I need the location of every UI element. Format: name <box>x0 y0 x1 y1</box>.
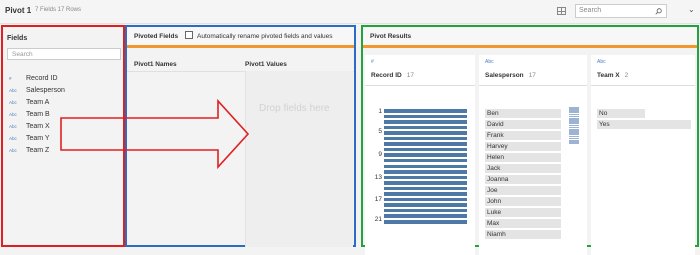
mini-distribution-bar <box>569 142 579 144</box>
value-item[interactable]: Joe <box>485 186 561 195</box>
value-item[interactable]: Harvey <box>485 142 561 151</box>
step-meta: 7 Fields 17 Rows <box>35 7 82 13</box>
string-type-icon: Abc <box>9 136 17 141</box>
search-icon <box>655 8 662 15</box>
number-type-icon: # <box>9 76 12 81</box>
histogram-bar <box>384 164 467 168</box>
drop-zone-text: Drop fields here <box>259 103 330 114</box>
string-type-icon: Abc <box>9 112 17 117</box>
pivoted-fields-title: Pivoted Fields <box>134 33 179 40</box>
card-title: Team X 2 <box>597 72 628 79</box>
field-label: Team Z <box>26 147 50 154</box>
pivot-results-header: Pivot Results <box>363 27 697 48</box>
field-label: Team X <box>26 123 50 130</box>
histogram-bar <box>384 214 467 218</box>
card-title: Salesperson 17 <box>485 72 536 79</box>
pivot-names-column-header: Pivot1 Names <box>134 61 177 68</box>
histogram-bar <box>384 120 467 124</box>
value-item[interactable]: No <box>597 109 645 118</box>
pivot-results-title: Pivot Results <box>370 33 412 40</box>
value-item[interactable]: David <box>485 120 561 129</box>
card-count: 17 <box>406 72 414 79</box>
profile-card-salesperson[interactable]: Abc Salesperson 17 Ben David Frank Harvey… <box>479 55 587 255</box>
fields-header: Fields <box>7 35 28 42</box>
value-item[interactable]: Joanna <box>485 175 561 184</box>
string-type-icon: Abc <box>9 100 17 105</box>
card-count: 2 <box>624 72 629 79</box>
histogram-bar <box>384 142 467 146</box>
field-label: Team A <box>26 99 50 106</box>
fields-search-placeholder: Search <box>12 51 33 58</box>
histogram-axis-label: 5 <box>378 128 382 135</box>
value-item[interactable]: Frank <box>485 131 561 140</box>
field-label: Salesperson <box>26 87 65 94</box>
histogram-axis-label: 9 <box>378 151 382 158</box>
histogram-bar <box>384 220 467 224</box>
field-label: Team B <box>26 111 50 118</box>
number-type-icon: # <box>371 59 374 65</box>
rename-checkbox-label: Automatically rename pivoted fields and … <box>197 33 333 40</box>
value-item[interactable]: Ben <box>485 109 561 118</box>
profile-card-team-x[interactable]: Abc Team X 2 No Yes <box>591 55 695 255</box>
search-input[interactable]: Search <box>575 4 667 18</box>
divider <box>365 85 475 86</box>
histogram-bar <box>384 153 467 157</box>
value-item[interactable]: Max <box>485 219 561 228</box>
histogram-bar <box>384 170 467 174</box>
card-title: Record ID 17 <box>371 72 414 79</box>
string-type-icon: Abc <box>597 59 606 65</box>
value-item[interactable]: John <box>485 197 561 206</box>
field-label: Team Y <box>26 135 50 142</box>
histogram-bar <box>384 109 467 113</box>
fields-panel: Fields Search # Record ID Abc Salesperso… <box>1 25 125 247</box>
drop-zone[interactable]: Drop fields here <box>245 71 353 247</box>
field-label: Record ID <box>26 75 58 82</box>
rename-checkbox[interactable] <box>185 31 193 39</box>
value-item[interactable]: Helen <box>485 153 561 162</box>
histogram-bar <box>384 136 467 141</box>
value-item[interactable]: Yes <box>597 120 691 129</box>
histogram-bar <box>384 208 467 213</box>
histogram-bar <box>384 131 467 135</box>
value-item[interactable]: Niamh <box>485 230 561 239</box>
histogram-bar <box>384 158 467 163</box>
fields-search-input[interactable]: Search <box>7 48 121 60</box>
histogram-bar <box>384 114 467 119</box>
value-item[interactable]: Jack <box>485 164 561 173</box>
histogram-bar <box>384 186 467 191</box>
histogram-bar <box>384 192 467 196</box>
chevron-down-icon[interactable]: ⌄ <box>688 5 695 14</box>
pivoted-fields-panel: Pivoted Fields Automatically rename pivo… <box>125 25 356 247</box>
card-title-text: Salesperson <box>485 72 524 79</box>
histogram-bar <box>384 181 467 185</box>
histogram-bar <box>384 125 467 130</box>
histogram-axis-label: 13 <box>374 174 382 181</box>
histogram-bar <box>384 175 467 180</box>
card-count: 17 <box>528 72 536 79</box>
card-title-text: Team X <box>597 72 620 79</box>
divider <box>591 85 695 86</box>
histogram-axis-label: 21 <box>374 216 382 223</box>
string-type-icon: Abc <box>9 124 17 129</box>
grid-view-icon[interactable] <box>557 7 566 15</box>
histogram-bar <box>384 203 467 207</box>
string-type-icon: Abc <box>485 59 494 65</box>
string-type-icon: Abc <box>9 88 17 93</box>
pivot-values-column-header: Pivot1 Values <box>245 61 287 68</box>
histogram-axis-label: 1 <box>378 108 382 115</box>
pivot-results-panel: Pivot Results # Record ID 17 1 5 9 13 17 … <box>361 25 699 255</box>
value-item[interactable]: Luke <box>485 208 561 217</box>
profile-card-record-id[interactable]: # Record ID 17 1 5 9 13 17 21 <box>365 55 475 255</box>
divider <box>479 85 587 86</box>
toolbar: Pivot 1 7 Fields 17 Rows Search ⌄ <box>0 0 700 24</box>
histogram-axis-label: 17 <box>374 196 382 203</box>
pivoted-fields-header: Pivoted Fields Automatically rename pivo… <box>127 27 354 48</box>
step-title: Pivot 1 <box>5 6 32 15</box>
string-type-icon: Abc <box>9 148 17 153</box>
histogram-bar <box>384 197 467 202</box>
histogram-bar <box>384 147 467 152</box>
search-placeholder: Search <box>579 7 602 14</box>
card-title-text: Record ID <box>371 72 402 79</box>
